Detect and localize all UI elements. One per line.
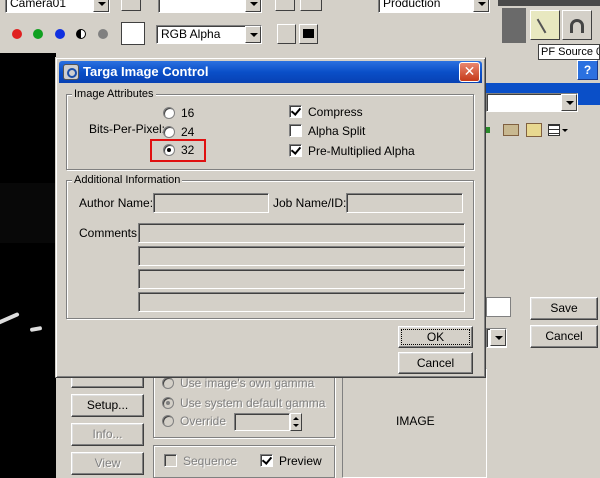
viewport [0,53,56,478]
preset-dropdown[interactable]: Production [378,0,490,13]
background-color-swatch[interactable] [121,22,145,45]
alpha-channel-icon[interactable] [76,29,86,39]
setup-button-label: Setup... [86,398,129,412]
close-icon: ✕ [463,63,476,79]
bpp-24-radio[interactable] [163,126,175,138]
close-button[interactable]: ✕ [459,62,480,82]
author-name-field[interactable] [153,193,269,213]
ok-button-label: OK [426,330,445,344]
view-button[interactable]: View [71,452,144,475]
comments-line-3[interactable] [138,269,465,289]
comments-line-1[interactable] [138,223,465,243]
premultiplied-alpha-checkbox[interactable] [289,144,302,157]
gamma-override-label: Override [180,414,227,428]
camera-dropdown-value: Camera01 [10,0,67,10]
compress-checkbox[interactable] [289,105,302,118]
additional-info-legend: Additional Information [72,174,183,186]
author-name-label: Author Name: [79,196,154,210]
modify-tab-icon[interactable] [562,10,592,40]
bpp-24-label: 24 [181,125,195,139]
bpp-16-radio[interactable] [163,107,175,119]
gamma-system-label: Use system default gamma [180,396,326,410]
alpha-split-checkbox[interactable] [289,124,302,137]
clone-window-icon[interactable] [277,24,296,44]
create-tab-icon[interactable] [530,10,560,40]
gamma-system-radio[interactable] [162,397,174,409]
output-dropdown[interactable] [486,93,578,112]
alpha-split-label: Alpha Split [308,124,366,138]
bpp-32-label: 32 [181,143,195,157]
command-panel: PF Source 0 [498,0,600,60]
comments-line-4[interactable] [138,292,465,312]
display-toggle-icon[interactable] [299,24,318,44]
blue-channel-icon[interactable] [55,29,65,39]
image-preview: IMAGE [342,368,487,478]
sequence-label: Sequence [183,454,238,468]
chevron-down-icon [561,94,577,111]
ok-button[interactable]: OK [398,326,473,348]
render-output-panel: ? Save Cancel [486,60,600,378]
save-button-label: Save [550,301,578,315]
render-gear-icon[interactable] [300,0,322,11]
object-name-text: PF Source 0 [541,46,600,58]
cancel-output-label: Cancel [545,329,583,343]
selection-highlight [150,139,206,162]
channel-dropdown-value: RGB Alpha [161,27,221,41]
cancel-button[interactable]: Cancel [398,352,473,374]
main-toolbar: Camera01 Production RGB Alpha [0,0,498,53]
preview-checkbox[interactable] [260,454,273,467]
image-attributes-legend: Image Attributes [72,88,156,100]
help-button[interactable]: ? [577,60,598,80]
bits-per-pixel-label: Bits-Per-Pixel: [89,122,166,136]
app-icon [63,64,79,80]
render-dropdown[interactable] [158,0,262,13]
view-button-label: View [94,456,121,470]
lock-icon[interactable] [121,0,141,11]
comments-line-2[interactable] [138,246,465,266]
channel-dropdown[interactable]: RGB Alpha [156,25,262,44]
premultiplied-alpha-label: Pre-Multiplied Alpha [308,144,415,158]
save-button[interactable]: Save [530,297,598,320]
comments-label: Comments: [79,226,141,240]
view-menu-icon[interactable] [548,124,568,137]
setup-button[interactable]: Setup... [71,394,144,417]
gamma-own-label: Use image's own gamma [180,376,315,390]
mono-channel-icon[interactable] [98,29,108,39]
new-folder-icon[interactable] [526,123,542,137]
cancel-output-button[interactable]: Cancel [530,325,598,348]
camera-dropdown[interactable]: Camera01 [5,0,110,13]
red-channel-icon[interactable] [12,29,22,39]
chevron-down-icon [245,0,261,12]
job-name-label: Job Name/ID: [273,196,347,210]
object-name-field[interactable]: PF Source 0 [538,44,600,60]
dialog-title: Targa Image Control [83,64,209,79]
chevron-down-icon [93,0,109,12]
compress-label: Compress [308,105,363,119]
preset-dropdown-value: Production [383,0,441,10]
info-button[interactable]: Info... [71,423,144,446]
image-preview-label: IMAGE [396,414,435,428]
cancel-button-label: Cancel [416,356,455,370]
gamma-override-field[interactable] [234,413,290,431]
bpp-16-label: 16 [181,106,195,120]
dialog-titlebar[interactable]: Targa Image Control ✕ [59,61,482,83]
sequence-checkbox[interactable] [164,454,177,467]
bpp-32-radio[interactable] [163,144,175,156]
green-channel-icon[interactable] [33,29,43,39]
filename-field[interactable] [486,297,511,317]
gamma-own-radio[interactable] [162,377,174,389]
folder-icon[interactable] [503,124,519,136]
teapot-icon[interactable] [275,0,295,11]
preview-label: Preview [279,454,322,468]
info-button-label: Info... [92,427,123,441]
gamma-override-radio[interactable] [162,415,174,427]
chevron-down-icon [245,26,261,43]
help-icon: ? [583,63,592,77]
chevron-down-icon [490,329,506,346]
job-name-field[interactable] [346,193,463,213]
gamma-spinner-icon[interactable] [290,413,302,431]
targa-dialog: Targa Image Control ✕ Image Attributes B… [55,57,486,378]
chevron-down-icon [473,0,489,12]
file-type-dropdown[interactable] [486,328,507,348]
